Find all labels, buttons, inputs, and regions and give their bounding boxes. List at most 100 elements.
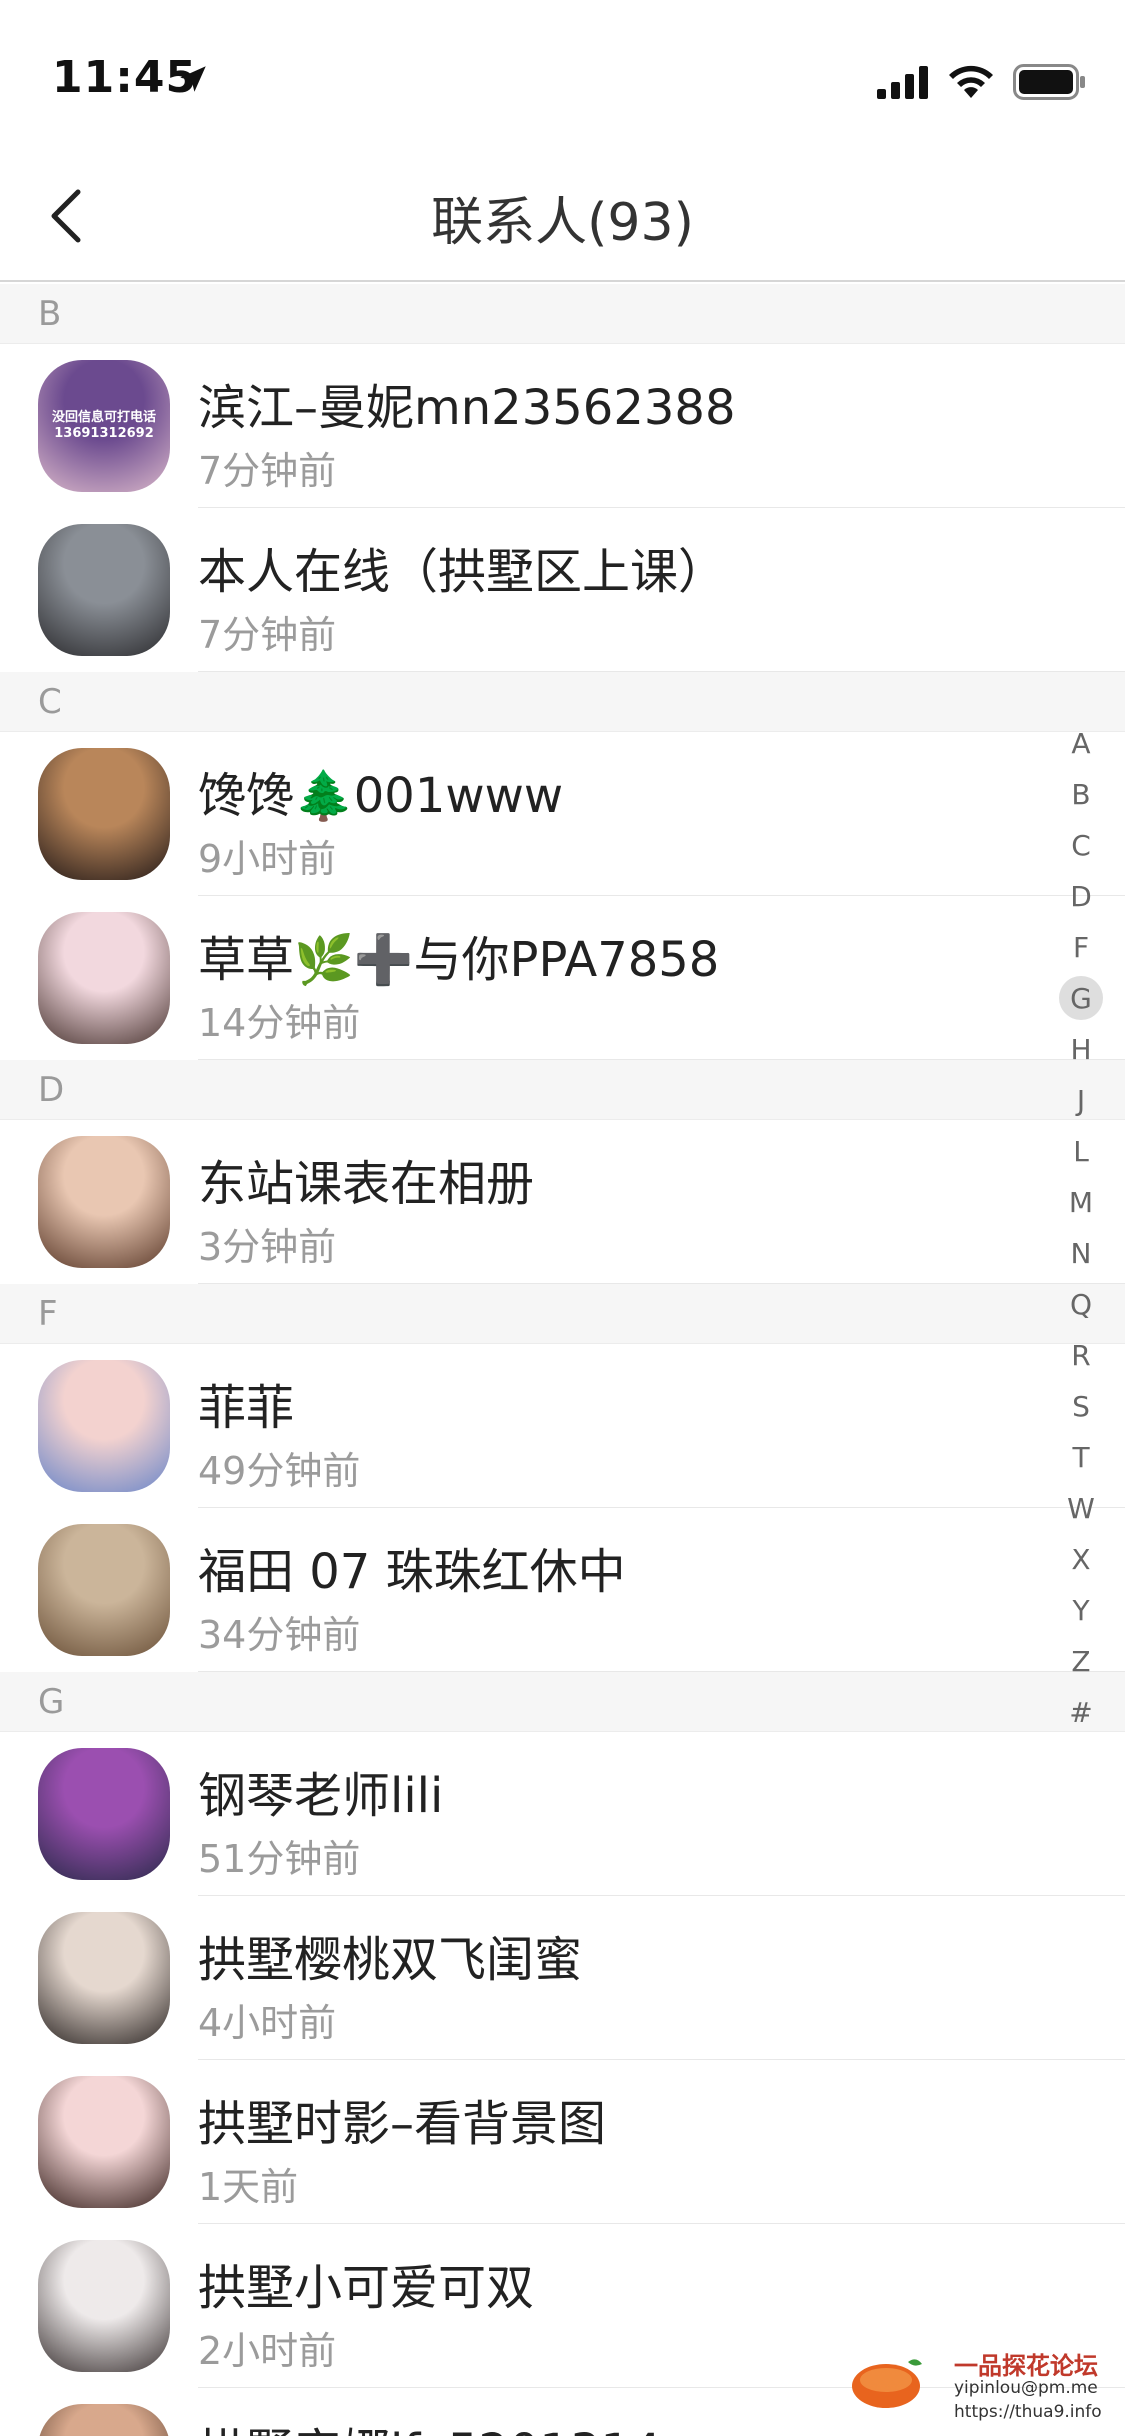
avatar	[38, 524, 170, 656]
contact-name: 拱墅安娜lfy5201314	[198, 2412, 662, 2436]
contact-name: 本人在线（拱墅区上课）	[198, 544, 727, 600]
last-active-time: 4小时前	[198, 2001, 337, 2045]
contact-list[interactable]: B 没回信息可打电话 13691312692 滨江–曼妮mn23562388 7分钟前…	[0, 284, 1125, 2436]
avatar	[38, 2240, 170, 2372]
page-title: 联系人(93)	[431, 193, 694, 253]
last-active-time: 51分钟前	[198, 1837, 361, 1881]
section-header: G	[0, 1672, 1125, 1732]
contact-name: 菲菲	[198, 1380, 295, 1436]
contact-name: 东站课表在相册	[198, 1156, 535, 1212]
avatar	[38, 1360, 170, 1492]
alphabet-index-letter[interactable]: D	[1051, 871, 1111, 922]
contact-name: 馋馋🌲001www	[198, 768, 564, 824]
contact-row[interactable]: 东站课表在相册 3分钟前	[0, 1120, 1125, 1284]
contact-name: 拱墅樱桃双飞闺蜜	[198, 1932, 583, 1988]
alphabet-index-label: B	[1071, 778, 1091, 811]
alphabet-index-label: H	[1070, 1033, 1092, 1066]
section-header: C	[0, 672, 1125, 732]
last-active-time: 34分钟前	[198, 1613, 361, 1657]
alphabet-index-letter[interactable]: #	[1051, 1687, 1111, 1738]
row-divider	[198, 1283, 1125, 1284]
alphabet-index-letter[interactable]: A	[1051, 718, 1111, 769]
alphabet-index-label: Y	[1072, 1594, 1090, 1627]
status-bar: 11:45	[0, 0, 1125, 150]
section-header: D	[0, 1060, 1125, 1120]
contact-name: 滨江–曼妮mn23562388	[198, 380, 736, 436]
avatar	[38, 2404, 170, 2436]
last-active-time: 3分钟前	[198, 1225, 337, 1269]
alphabet-index-label: #	[1069, 1696, 1093, 1729]
watermark-logo-icon	[852, 2359, 922, 2408]
row-divider	[198, 671, 1125, 672]
avatar	[38, 1912, 170, 2044]
contact-name: 钢琴老师lili	[198, 1768, 444, 1824]
alphabet-index-label: L	[1073, 1135, 1089, 1168]
alphabet-index-letter[interactable]: C	[1051, 820, 1111, 871]
avatar	[38, 1524, 170, 1656]
contact-name: 拱墅时影–看背景图	[198, 2096, 607, 2152]
alphabet-index-letter[interactable]: Y	[1051, 1585, 1111, 1636]
contact-name: 草草🌿➕与你PPA7858	[198, 932, 720, 988]
contact-name: 福田 07 珠珠红休中	[198, 1544, 626, 1600]
alphabet-index-label: W	[1067, 1492, 1095, 1525]
avatar	[38, 2076, 170, 2208]
alphabet-index-letter[interactable]: S	[1051, 1381, 1111, 1432]
nav-bar: 联系人(93)	[0, 150, 1125, 282]
contact-row[interactable]: 没回信息可打电话 13691312692 滨江–曼妮mn23562388 7分钟前	[0, 344, 1125, 508]
battery-icon	[1013, 64, 1085, 100]
contact-row[interactable]: 馋馋🌲001www 9小时前	[0, 732, 1125, 896]
contact-row[interactable]: 菲菲 49分钟前	[0, 1344, 1125, 1508]
alphabet-index-label: J	[1076, 1084, 1086, 1117]
alphabet-index-letter[interactable]: J	[1051, 1075, 1111, 1126]
alphabet-index-label: S	[1072, 1390, 1090, 1423]
wifi-icon	[949, 65, 993, 98]
alphabet-index-letter[interactable]: M	[1051, 1177, 1111, 1228]
status-icons	[877, 62, 1087, 102]
alphabet-index-label: G	[1070, 982, 1092, 1015]
alphabet-index-label: F	[1072, 931, 1090, 964]
alphabet-index-letter[interactable]: G	[1051, 973, 1111, 1024]
last-active-time: 7分钟前	[198, 449, 337, 493]
alphabet-index-letter[interactable]: F	[1051, 922, 1111, 973]
alphabet-index-label: A	[1071, 727, 1091, 760]
alphabet-index-label: T	[1072, 1441, 1090, 1474]
contact-row[interactable]: 钢琴老师lili 51分钟前	[0, 1732, 1125, 1896]
avatar	[38, 1748, 170, 1880]
alphabet-index-label: D	[1070, 880, 1092, 913]
alphabet-index-letter[interactable]: B	[1051, 769, 1111, 820]
alphabet-index-label: Z	[1071, 1645, 1091, 1678]
watermark-title: 一品探花论坛	[954, 2352, 1098, 2380]
alphabet-index-letter[interactable]: T	[1051, 1432, 1111, 1483]
alphabet-index-letter[interactable]: R	[1051, 1330, 1111, 1381]
alphabet-index[interactable]: A B C D F G H J L M N Q R S T W X Y Z #	[1051, 718, 1111, 1738]
last-active-time: 14分钟前	[198, 1001, 361, 1045]
alphabet-index-letter[interactable]: N	[1051, 1228, 1111, 1279]
alphabet-index-letter[interactable]: Q	[1051, 1279, 1111, 1330]
last-active-time: 49分钟前	[198, 1449, 361, 1493]
avatar	[38, 1136, 170, 1268]
alphabet-index-letter[interactable]: W	[1051, 1483, 1111, 1534]
alphabet-index-label: R	[1071, 1339, 1091, 1372]
avatar	[38, 748, 170, 880]
location-arrow-icon	[180, 66, 206, 92]
last-active-time: 9小时前	[198, 837, 337, 881]
watermark-url: https://thua9.info	[954, 2402, 1102, 2422]
avatar	[38, 912, 170, 1044]
alphabet-index-letter[interactable]: L	[1051, 1126, 1111, 1177]
last-active-time: 2小时前	[198, 2329, 337, 2373]
contact-row[interactable]: 拱墅樱桃双飞闺蜜 4小时前	[0, 1896, 1125, 2060]
alphabet-index-letter[interactable]: H	[1051, 1024, 1111, 1075]
alphabet-index-label: X	[1071, 1543, 1091, 1576]
contact-row[interactable]: 拱墅时影–看背景图 1天前	[0, 2060, 1125, 2224]
contact-row[interactable]: 本人在线（拱墅区上课） 7分钟前	[0, 508, 1125, 672]
alphabet-index-letter[interactable]: X	[1051, 1534, 1111, 1585]
alphabet-index-letter[interactable]: Z	[1051, 1636, 1111, 1687]
last-active-time: 1天前	[198, 2165, 299, 2209]
alphabet-index-label: C	[1071, 829, 1091, 862]
contact-row[interactable]: 草草🌿➕与你PPA7858 14分钟前	[0, 896, 1125, 1060]
contact-row[interactable]: 福田 07 珠珠红休中 34分钟前	[0, 1508, 1125, 1672]
alphabet-index-label: M	[1068, 1186, 1094, 1219]
section-header: B	[0, 284, 1125, 344]
contacts-screen: 11:45 联系人(93) B 没回信息可打电话 13691312692 滨江–…	[0, 0, 1125, 2436]
contact-name: 拱墅小可爱可双	[198, 2260, 535, 2316]
